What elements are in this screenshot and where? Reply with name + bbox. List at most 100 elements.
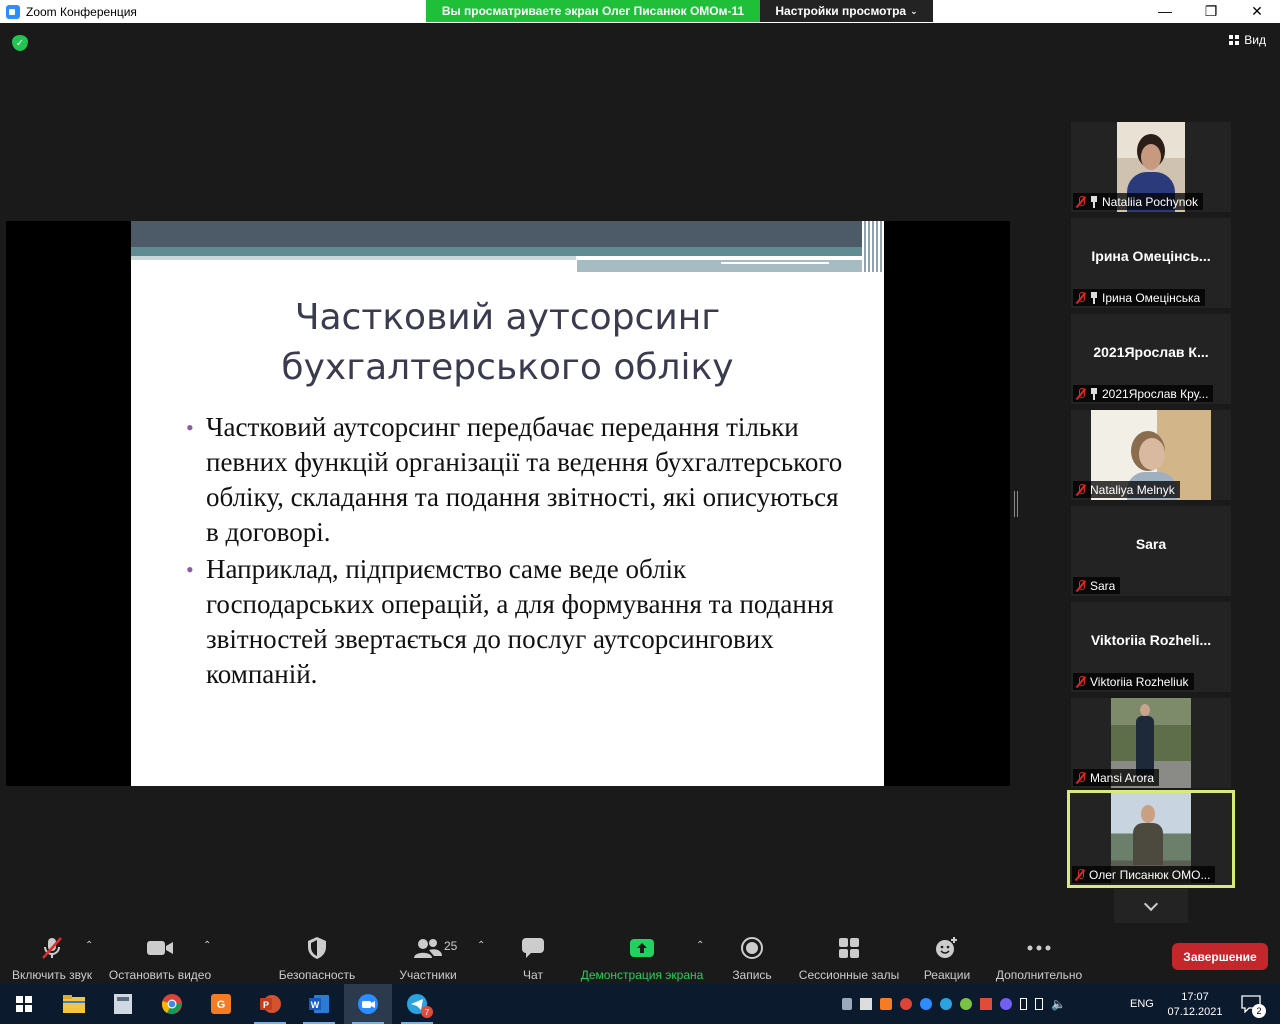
view-options-button[interactable]: Настройки просмотра ⌄ — [760, 0, 933, 22]
participant-tile-active-speaker[interactable]: Олег Писанюк ОМО... — [1067, 790, 1235, 888]
participants-options-caret[interactable]: ⌃ — [477, 940, 485, 951]
svg-text:G: G — [217, 999, 226, 1011]
participant-display-name: Viktoriia Rozheli... — [1090, 632, 1212, 648]
slide-header-band — [131, 221, 884, 247]
svg-text:W: W — [311, 1000, 320, 1010]
calculator-app[interactable] — [99, 984, 147, 1024]
more-label: Дополнительно — [995, 968, 1083, 982]
record-icon — [741, 934, 763, 962]
slide-body: Частковий аутсорсинг передбачає переданн… — [186, 410, 846, 694]
participant-name: Nataliya Melnyk — [1090, 482, 1175, 497]
security-button[interactable]: Безопасность — [277, 934, 357, 982]
participant-name: Nataliia Pochynok — [1102, 194, 1199, 209]
telegram-unread-badge: 7 — [421, 1006, 433, 1018]
stop-video-button[interactable]: Остановить видео — [108, 934, 212, 982]
split-resize-handle[interactable] — [1014, 491, 1018, 517]
zoom-app-icon — [6, 4, 20, 19]
participant-name-bar: Sara — [1073, 577, 1121, 594]
clock-time: 17:07 — [1181, 990, 1209, 1003]
participant-display-name: 2021Ярослав К... — [1093, 344, 1209, 360]
tray-app-icon[interactable] — [920, 998, 932, 1010]
maximize-button[interactable]: ❐ — [1188, 0, 1234, 22]
share-screen-label: Демонстрация экрана — [580, 968, 704, 982]
battery-icon[interactable] — [1020, 998, 1027, 1010]
security-shield-icon[interactable]: ✓ — [12, 35, 28, 51]
participant-tile[interactable]: Nataliia Pochynok — [1071, 122, 1231, 212]
tray-app-icon[interactable] — [860, 998, 872, 1010]
chrome-app[interactable] — [148, 984, 196, 1024]
mic-muted-icon — [1076, 579, 1086, 592]
slide-header-band — [131, 256, 576, 260]
pin-icon — [1090, 195, 1098, 208]
shield-icon — [306, 934, 328, 962]
start-button[interactable] — [0, 984, 48, 1024]
breakout-rooms-label: Сессионные залы — [798, 968, 900, 982]
slide-title: Частковий аутсорсинг бухгалтерського обл… — [131, 293, 884, 393]
notification-count-badge: 2 — [1252, 1004, 1266, 1018]
participant-name: 2021Ярослав Кру... — [1102, 386, 1209, 401]
volume-icon[interactable]: 🔈 — [1051, 997, 1066, 1011]
participant-tile[interactable]: Nataliya Melnyk — [1071, 410, 1231, 500]
telegram-app[interactable]: 7 — [393, 984, 441, 1024]
file-explorer-app[interactable] — [50, 984, 98, 1024]
mic-muted-icon — [1076, 675, 1086, 688]
video-options-caret[interactable]: ⌃ — [203, 940, 211, 951]
mic-muted-icon — [1075, 868, 1085, 881]
more-button[interactable]: Дополнительно — [992, 934, 1086, 982]
shared-screen[interactable]: Частковий аутсорсинг бухгалтерського обл… — [6, 221, 1010, 786]
participant-name-bar: Nataliya Melnyk — [1073, 481, 1180, 498]
viber-icon[interactable] — [1000, 998, 1012, 1010]
participant-name: Олег Писанюк ОМО... — [1089, 867, 1211, 882]
audio-options-caret[interactable]: ⌃ — [85, 940, 93, 951]
word-icon: W — [309, 995, 329, 1013]
tray-app-icon[interactable] — [900, 998, 912, 1010]
pin-icon — [1090, 387, 1098, 400]
notifications-button[interactable]: 2 — [1236, 984, 1266, 1024]
app-title: Zoom Конференция — [26, 4, 137, 19]
tray-app-icon[interactable] — [940, 998, 952, 1010]
more-dots-icon — [1027, 934, 1051, 962]
unmute-label: Включить звук — [11, 968, 93, 982]
participant-name-bar: Nataliia Pochynok — [1073, 193, 1204, 210]
minimize-button[interactable]: — — [1142, 0, 1188, 22]
word-app[interactable]: W — [295, 984, 343, 1024]
clock[interactable]: 17:07 07.12.2021 — [1166, 984, 1224, 1024]
powerpoint-app[interactable]: P — [246, 984, 294, 1024]
breakout-rooms-button[interactable]: Сессионные залы — [797, 934, 901, 982]
tray-app-icon[interactable] — [980, 998, 992, 1010]
participants-count: 25 — [444, 939, 458, 953]
smiley-add-icon — [935, 934, 959, 962]
unmute-button[interactable]: Включить звук — [10, 934, 94, 982]
participant-name-bar: Ірина Омецінська — [1073, 289, 1206, 306]
slide-bullet: Частковий аутсорсинг передбачає переданн… — [186, 410, 846, 550]
chevron-down-icon — [1143, 896, 1159, 911]
reactions-button[interactable]: Реакции — [922, 934, 972, 982]
participant-tile[interactable]: Ірина Омецінсь... Ірина Омецінська — [1071, 218, 1231, 308]
participant-name: Sara — [1090, 578, 1116, 593]
share-options-caret[interactable]: ⌃ — [696, 940, 704, 951]
language-indicator[interactable]: ENG — [1130, 984, 1154, 1024]
participant-tile[interactable]: Viktoriia Rozheli... Viktoriia Rozheliuk — [1071, 602, 1231, 692]
view-button[interactable]: Вид — [1229, 33, 1266, 47]
scroll-participants-down-button[interactable] — [1114, 889, 1188, 923]
mic-muted-icon — [1076, 387, 1086, 400]
tray-app-icon[interactable] — [842, 998, 852, 1010]
end-meeting-button[interactable]: Завершение — [1172, 943, 1268, 970]
participant-tile[interactable]: Sara Sara — [1071, 506, 1231, 596]
participants-label: Участники — [399, 968, 457, 982]
tray-app-icon[interactable] — [880, 998, 892, 1010]
zoom-app[interactable] — [344, 984, 392, 1024]
share-screen-button[interactable]: Демонстрация экрана — [578, 934, 706, 982]
chat-button[interactable]: Чат — [514, 934, 552, 982]
tray-app-icon[interactable] — [960, 998, 972, 1010]
pdf-editor-app[interactable]: G — [197, 984, 245, 1024]
slide-title-line: бухгалтерського обліку — [281, 347, 734, 388]
network-icon[interactable] — [1035, 998, 1043, 1010]
breakout-rooms-icon — [838, 934, 860, 962]
record-button[interactable]: Запись — [729, 934, 775, 982]
record-label: Запись — [732, 968, 772, 982]
participant-tile[interactable]: Mansi Arora — [1071, 698, 1231, 788]
close-button[interactable]: ✕ — [1234, 0, 1280, 22]
participant-tile[interactable]: 2021Ярослав К... 2021Ярослав Кру... — [1071, 314, 1231, 404]
folder-icon — [63, 995, 85, 1013]
